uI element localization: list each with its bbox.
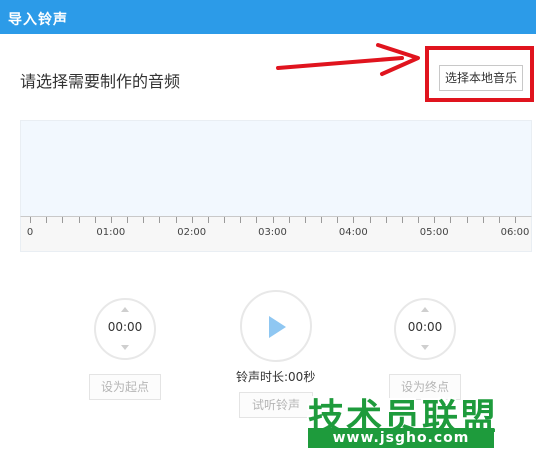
timeline-label: 05:00 [419, 227, 449, 238]
end-time-value: 00:00 [407, 320, 443, 334]
timeline-tick [288, 217, 290, 223]
timeline-tick [337, 217, 339, 223]
timeline-ruler: 0 01:00 02:00 03:00 04:00 05:00 06:00 [20, 216, 532, 252]
timeline-tick [385, 217, 387, 223]
start-time-stepper[interactable]: 00:00 [94, 298, 156, 360]
timeline-tick [353, 217, 355, 223]
increase-arrow-icon[interactable] [421, 307, 429, 312]
preview-button[interactable]: 试听铃声 [239, 392, 313, 418]
timeline-tick [46, 217, 48, 223]
increase-arrow-icon[interactable] [121, 307, 129, 312]
timeline-tick [240, 217, 242, 223]
play-icon [269, 316, 286, 338]
timeline-tick [482, 217, 484, 223]
decrease-arrow-icon[interactable] [421, 345, 429, 350]
timeline-tick [450, 217, 452, 223]
timeline-tick [143, 217, 145, 223]
waveform-area[interactable] [20, 120, 532, 217]
timeline-label: 0 [26, 227, 34, 238]
duration-label: 铃声时长:00秒 [236, 370, 316, 384]
watermark-logo: 技术员联盟 www.jsgho.com [308, 388, 496, 450]
timeline-tick [62, 217, 64, 223]
timeline-label: 02:00 [177, 227, 207, 238]
timeline-tick [401, 217, 403, 223]
timeline-label: 06:00 [500, 227, 530, 238]
timeline-tick [434, 217, 436, 223]
timeline-tick [498, 217, 500, 223]
timeline-tick [321, 217, 322, 223]
timeline-tick [224, 217, 225, 223]
play-button[interactable] [240, 290, 312, 362]
watermark-url: www.jsgho.com [308, 428, 494, 448]
timeline-label: 04:00 [338, 227, 368, 238]
end-time-stepper[interactable]: 00:00 [394, 298, 456, 360]
timeline-tick [418, 217, 419, 223]
decrease-arrow-icon[interactable] [121, 345, 129, 350]
timeline-tick [369, 217, 371, 223]
timeline-tick [272, 217, 274, 223]
select-local-music-button[interactable]: 选择本地音乐 [439, 65, 523, 91]
timeline-tick [110, 217, 112, 223]
timeline-tick [78, 217, 80, 223]
timeline-tick [207, 217, 209, 223]
start-time-value: 00:00 [107, 320, 143, 334]
timeline-tick [175, 217, 177, 223]
timeline-tick [304, 217, 306, 223]
timeline-tick [127, 217, 128, 223]
timeline-tick [256, 217, 258, 223]
timeline-tick [515, 217, 516, 223]
timeline-tick [159, 217, 161, 223]
timeline-tick [94, 217, 96, 223]
timeline-tick [191, 217, 193, 223]
timeline-tick [466, 217, 468, 223]
timeline-label: 03:00 [258, 227, 287, 238]
set-start-button[interactable]: 设为起点 [89, 374, 161, 400]
timeline-tick [30, 217, 31, 223]
timeline-label: 01:00 [96, 227, 126, 238]
